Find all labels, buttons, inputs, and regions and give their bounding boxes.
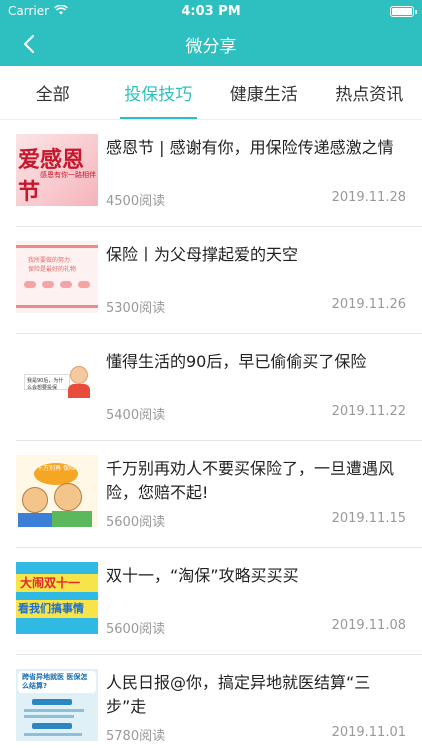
thumbnail-caption: 感恩有你一路相伴 — [40, 171, 96, 179]
read-count: 5600阅读 — [106, 515, 166, 530]
tab-healthy-living[interactable]: 健康生活 — [211, 66, 317, 119]
read-count: 5780阅读 — [106, 729, 166, 744]
carrier-group: Carrier — [8, 4, 69, 18]
article-title: 懂得生活的90后，早已偷偷买了保险 — [106, 352, 367, 371]
thumbnail-caption: 看我们搞事情 — [16, 600, 98, 618]
publish-date: 2019.11.28 — [331, 190, 406, 205]
thumbnail-caption: 我所要做的努力 — [28, 257, 71, 264]
person-illustration — [54, 483, 82, 511]
category-tabs: 全部 投保技巧 健康生活 热点资讯 — [0, 66, 422, 120]
read-count: 5300阅读 — [106, 301, 166, 316]
article-thumbnail: 千万别再 保险 — [16, 455, 98, 527]
thumbnail-caption: 千万别再 保险 — [34, 463, 78, 485]
person-illustration — [18, 513, 54, 527]
article-thumbnail: 我是90后，为什么会想要投保 — [16, 348, 98, 420]
publish-date: 2019.11.08 — [331, 618, 406, 633]
tab-hot-news[interactable]: 热点资讯 — [317, 66, 422, 119]
publish-date: 2019.11.01 — [331, 725, 406, 740]
list-item[interactable]: 大闹双十一 看我们搞事情 双十一，“淘保”攻略买买买 5600阅读 2019.1… — [16, 548, 422, 655]
person-illustration — [52, 511, 92, 527]
person-illustration — [22, 487, 48, 513]
article-thumbnail: 跨省异地就医 医保怎么结算? — [16, 669, 98, 741]
thumbnail-headline: 跨省异地就医 医保怎么结算? — [18, 671, 96, 693]
read-count: 4500阅读 — [106, 194, 166, 209]
thumbnail-stripe — [32, 699, 72, 705]
battery-icon — [390, 5, 417, 17]
person-illustration — [70, 366, 88, 384]
article-title: 千万别再劝人不要买保险了，一旦遭遇风险，您赔不起! — [106, 459, 395, 502]
article-title: 感恩节 | 感谢有你，用保险传递感激之情 — [106, 138, 394, 157]
article-thumbnail: 爱感恩节 感恩有你一路相伴 — [16, 134, 98, 206]
list-item[interactable]: 我所要做的努力 保险是最好的礼物 保险丨为父母撑起爱的天空 5300阅读 201… — [16, 227, 422, 334]
article-title: 双十一，“淘保”攻略买买买 — [106, 566, 299, 585]
back-button[interactable] — [14, 30, 44, 58]
article-title: 人民日报@你，搞定异地就医结算“三步”走 — [106, 673, 371, 716]
publish-date: 2019.11.26 — [331, 297, 406, 312]
thumbnail-caption: 保险是最好的礼物 — [28, 266, 77, 273]
thumbnail-dot — [78, 281, 90, 288]
thumbnail-stripe — [24, 733, 82, 736]
carrier-label: Carrier — [8, 4, 50, 18]
list-item[interactable]: 跨省异地就医 医保怎么结算? 人民日报@你，搞定异地就医结算“三步”走 5780… — [16, 655, 422, 750]
thumbnail-stripe — [16, 305, 98, 308]
article-thumbnail: 大闹双十一 看我们搞事情 — [16, 562, 98, 634]
article-title: 保险丨为父母撑起爱的天空 — [106, 245, 299, 264]
chevron-left-icon — [24, 35, 34, 53]
list-item[interactable]: 千万别再 保险 千万别再劝人不要买保险了，一旦遭遇风险，您赔不起! 5600阅读… — [16, 441, 422, 548]
thumbnail-dot — [60, 281, 72, 288]
thumbnail-stripe — [24, 709, 84, 712]
thumbnail-stripe — [24, 715, 74, 718]
page-title: 微分享 — [185, 36, 237, 57]
publish-date: 2019.11.22 — [331, 404, 406, 419]
status-bar: Carrier 4:03 PM — [0, 0, 422, 22]
article-list: 爱感恩节 感恩有你一路相伴 感恩节 | 感谢有你，用保险传递感激之情 4500阅… — [0, 120, 422, 750]
article-thumbnail: 我所要做的努力 保险是最好的礼物 — [16, 241, 98, 313]
thumbnail-headline: 大闹双十一 — [16, 574, 98, 592]
read-count: 5400阅读 — [106, 408, 166, 423]
thumbnail-stripe — [16, 245, 98, 248]
read-count: 5600阅读 — [106, 622, 166, 637]
wifi-icon — [54, 4, 69, 18]
thumbnail-caption: 我是90后，为什么会想要投保 — [24, 374, 70, 391]
list-item[interactable]: 爱感恩节 感恩有你一路相伴 感恩节 | 感谢有你，用保险传递感激之情 4500阅… — [16, 120, 422, 227]
thumbnail-dot — [24, 281, 36, 288]
thumbnail-stripe — [32, 723, 72, 729]
publish-date: 2019.11.15 — [331, 511, 406, 526]
nav-bar: 微分享 — [0, 22, 422, 66]
thumbnail-dot — [42, 281, 54, 288]
tab-all[interactable]: 全部 — [0, 66, 106, 119]
tab-insurance-tips[interactable]: 投保技巧 — [106, 66, 212, 119]
list-item[interactable]: 我是90后，为什么会想要投保 懂得生活的90后，早已偷偷买了保险 5400阅读 … — [16, 334, 422, 441]
person-illustration — [68, 384, 90, 398]
